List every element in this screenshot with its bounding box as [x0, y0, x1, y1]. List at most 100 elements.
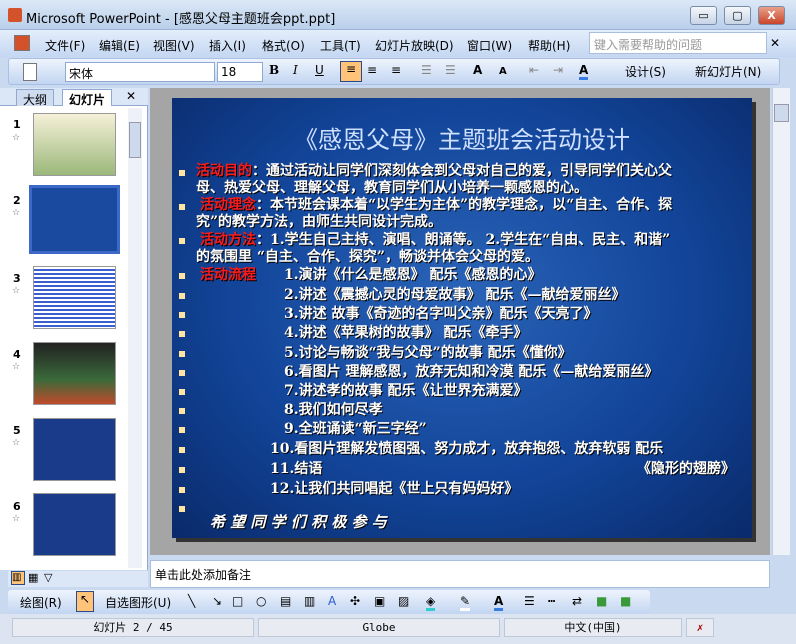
increase-indent-icon[interactable]: ⇥: [553, 63, 563, 77]
vertical-textbox-icon[interactable]: ▥: [304, 594, 315, 608]
slide-number: 4: [13, 348, 21, 361]
new-slide-button[interactable]: 新幻灯片(N): [695, 63, 761, 80]
slide-number: 5: [13, 424, 21, 437]
dash-style-icon[interactable]: ┅: [548, 594, 555, 608]
picture-icon[interactable]: ▨: [398, 594, 409, 608]
menu-slideshow[interactable]: 幻灯片放映(D): [375, 37, 454, 54]
align-left-button[interactable]: ≡: [340, 61, 362, 82]
process-step: 9.全班诵读“新三字经”: [284, 421, 427, 437]
process-step: 3.讲述 故事《奇迹的名字叫父亲》配乐《天亮了》: [284, 306, 598, 322]
maximize-button[interactable]: ▢: [724, 6, 751, 25]
notes-input[interactable]: 单击此处添加备注: [150, 560, 770, 588]
slide-footer: 希 望 同 学 们 积 极 参 与: [210, 513, 387, 531]
slideshow-icon[interactable]: ▽: [44, 571, 52, 584]
bullet-icon: [179, 389, 185, 395]
process-step: 5.讨论与畅谈“我与父母”的故事 配乐《懂你》: [284, 345, 572, 361]
tab-slides[interactable]: 幻灯片: [62, 89, 113, 107]
close-button[interactable]: X: [758, 6, 785, 25]
slide-thumbnail-3[interactable]: [33, 266, 116, 329]
font-select[interactable]: 宋体: [65, 62, 215, 82]
draw-menu[interactable]: 绘图(R): [20, 594, 62, 611]
font-color-button[interactable]: A: [579, 63, 589, 80]
powerpoint-app-icon[interactable]: [8, 8, 22, 22]
select-pointer-icon[interactable]: ↖: [76, 591, 94, 612]
spellcheck-icon[interactable]: ✗: [686, 618, 714, 637]
process-step: 8.我们如何尽孝: [284, 402, 383, 418]
italic-button[interactable]: I: [293, 63, 298, 77]
menu-format[interactable]: 格式(O): [262, 37, 305, 54]
help-search-input[interactable]: 键入需要帮助的问题: [589, 32, 767, 54]
menu-tools[interactable]: 工具(T): [320, 37, 361, 54]
font-size-select[interactable]: 18: [217, 62, 263, 82]
diagram-icon[interactable]: ✣: [350, 594, 360, 608]
bullets-icon[interactable]: ☰: [445, 63, 456, 77]
slide-sorter-icon[interactable]: ▦: [28, 571, 38, 584]
wordart-icon[interactable]: A: [328, 594, 336, 608]
help-close-icon[interactable]: ✕: [770, 36, 780, 50]
bullet-icon: [179, 447, 185, 453]
menu-insert[interactable]: 插入(I): [209, 37, 246, 54]
process-step: 10.看图片理解发愤图强、努力成才，放弃抱怨、放弃软弱 配乐: [270, 441, 664, 457]
arrow-icon[interactable]: ↘: [212, 594, 222, 608]
clipart-icon[interactable]: ▣: [374, 594, 385, 608]
line-color-icon[interactable]: ✎: [460, 594, 471, 611]
menu-edit[interactable]: 编辑(E): [99, 37, 140, 54]
normal-view-icon[interactable]: ▥: [11, 571, 25, 585]
autoshapes-menu[interactable]: 自选图形(U): [105, 594, 171, 611]
shadow-icon[interactable]: ■: [596, 594, 607, 608]
bullet-icon: [179, 204, 185, 210]
slide-canvas[interactable]: 《感恩父母》主题班会活动设计 活动目的：通过活动让同学们深刻体会到父母对自己的爱…: [172, 98, 752, 538]
transition-icon: ☆: [12, 362, 21, 372]
align-center-button[interactable]: ≡: [367, 63, 377, 77]
font-color-icon[interactable]: A: [494, 594, 504, 611]
shrink-font-button[interactable]: A: [499, 66, 507, 77]
tab-outline[interactable]: 大纲: [16, 89, 55, 107]
close-pane-icon[interactable]: ✕: [126, 89, 136, 103]
textbox-icon[interactable]: ▤: [280, 594, 291, 608]
bold-button[interactable]: B: [269, 63, 279, 77]
transition-icon: ☆: [12, 133, 21, 143]
underline-button[interactable]: U: [315, 63, 324, 77]
slides-pane-scrollbar[interactable]: [128, 108, 142, 568]
new-document-icon[interactable]: [23, 63, 37, 81]
process-step: 11.结语: [270, 461, 323, 477]
design-button[interactable]: 设计(S): [625, 63, 666, 80]
slide-scrollbar[interactable]: [772, 88, 790, 555]
label-process: 活动流程: [200, 267, 256, 283]
bullet-icon: [179, 273, 185, 279]
arrow-style-icon[interactable]: ⇄: [572, 594, 582, 608]
document-icon[interactable]: [14, 35, 30, 51]
numbering-icon[interactable]: ☰: [421, 63, 432, 77]
process-step: 12.让我们共同唱起《世上只有妈妈好》: [270, 481, 519, 497]
concept-text-cont: 究”的教学方法，由师生共同设计完成。: [196, 214, 443, 230]
process-step: 2.讲述《震撼心灵的母爱故事》 配乐《—献给爱丽丝》: [284, 287, 626, 303]
menu-file[interactable]: 文件(F): [45, 37, 85, 54]
slide-thumbnail-5[interactable]: [33, 418, 116, 481]
align-right-button[interactable]: ≡: [391, 63, 401, 77]
decrease-indent-icon[interactable]: ⇤: [529, 63, 539, 77]
menu-window[interactable]: 窗口(W): [467, 37, 512, 54]
slide-thumbnail-6[interactable]: [33, 493, 116, 556]
slide-number: 3: [13, 272, 21, 285]
3d-icon[interactable]: ■: [620, 594, 631, 608]
slide-thumbnail-4[interactable]: [33, 342, 116, 405]
status-theme: Globe: [258, 618, 500, 637]
menu-view[interactable]: 视图(V): [153, 37, 195, 54]
rectangle-icon[interactable]: □: [232, 594, 243, 608]
bullet-icon: [179, 331, 185, 337]
slide-thumbnail-1[interactable]: [33, 113, 116, 176]
line-style-icon[interactable]: ☰: [524, 594, 535, 608]
menu-help[interactable]: 帮助(H): [528, 37, 570, 54]
slide-number: 2: [13, 194, 21, 207]
bullet-icon: [179, 487, 185, 493]
grow-font-button[interactable]: A: [473, 63, 482, 77]
line-icon[interactable]: ╲: [188, 594, 195, 608]
slide-number: 1: [13, 118, 21, 131]
formatting-toolbar: 宋体 18 B I U ≡ ≡ ≡ ☰ ☰ A A ⇤ ⇥ A 设计(S) 新幻…: [8, 58, 780, 85]
minimize-button[interactable]: ▭: [690, 6, 717, 25]
oval-icon[interactable]: ○: [256, 594, 266, 608]
process-step: 6.看图片 理解感恩，放弃无知和冷漠 配乐《—献给爱丽丝》: [284, 364, 659, 380]
slide-thumbnail-2[interactable]: [29, 185, 120, 254]
fill-color-icon[interactable]: ◈: [426, 594, 436, 611]
title-bar: Microsoft PowerPoint - [感恩父母主题班会ppt.ppt]…: [0, 0, 796, 30]
